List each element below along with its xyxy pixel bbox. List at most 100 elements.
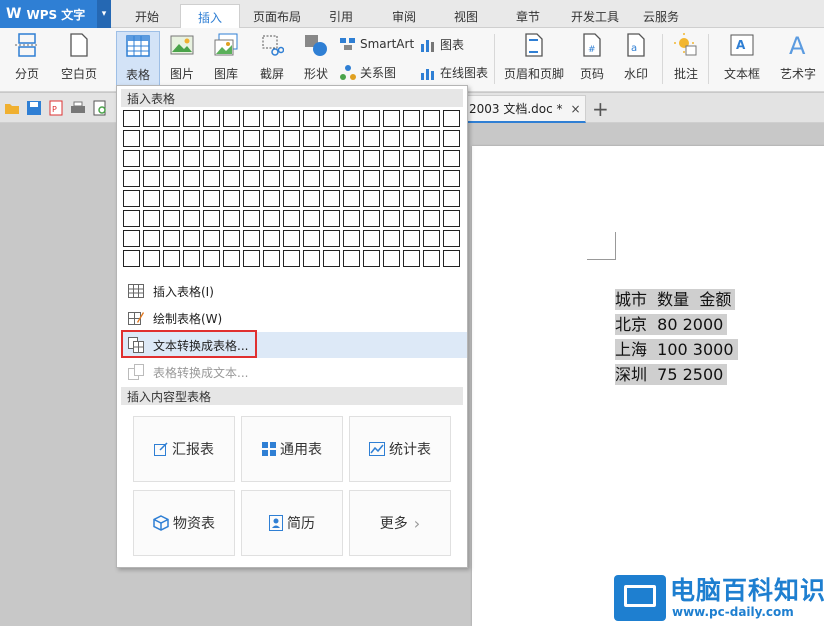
grid-cell[interactable] (303, 110, 320, 127)
print-icon[interactable] (70, 100, 86, 116)
grid-cell[interactable] (423, 110, 440, 127)
grid-cell[interactable] (423, 190, 440, 207)
grid-cell[interactable] (303, 250, 320, 267)
grid-cell[interactable] (343, 150, 360, 167)
grid-cell[interactable] (123, 230, 140, 247)
grid-cell[interactable] (143, 170, 160, 187)
grid-cell[interactable] (283, 190, 300, 207)
document-line[interactable]: 城市 数量 金额 (615, 286, 736, 310)
page-number-button[interactable]: # 页码 (572, 31, 612, 82)
grid-cell[interactable] (363, 230, 380, 247)
grid-cell[interactable] (443, 110, 460, 127)
grid-cell[interactable] (263, 110, 280, 127)
grid-cell[interactable] (243, 130, 260, 147)
grid-cell[interactable] (363, 130, 380, 147)
grid-cell[interactable] (243, 190, 260, 207)
grid-cell[interactable] (203, 230, 220, 247)
grid-cell[interactable] (143, 230, 160, 247)
grid-cell[interactable] (263, 150, 280, 167)
grid-cell[interactable] (323, 230, 340, 247)
grid-cell[interactable] (443, 230, 460, 247)
grid-cell[interactable] (283, 130, 300, 147)
grid-cell[interactable] (343, 230, 360, 247)
document-line[interactable]: 深圳 75 2500 (615, 361, 728, 385)
grid-cell[interactable] (283, 170, 300, 187)
screenshot-button[interactable]: 截屏 (252, 31, 292, 82)
document-line[interactable]: 北京 80 2000 (615, 311, 728, 335)
grid-cell[interactable] (123, 150, 140, 167)
grid-cell[interactable] (323, 130, 340, 147)
table-button[interactable]: 表格 (116, 31, 160, 87)
grid-cell[interactable] (443, 170, 460, 187)
tab-cloud[interactable]: 云服务 (636, 4, 686, 28)
grid-cell[interactable] (423, 150, 440, 167)
smartart-button[interactable]: SmartArt (340, 36, 414, 52)
grid-cell[interactable] (143, 190, 160, 207)
grid-cell[interactable] (243, 230, 260, 247)
relation-chart-button[interactable]: 关系图 (340, 64, 396, 81)
grid-cell[interactable] (203, 110, 220, 127)
gallery-button[interactable]: 图库 (206, 31, 246, 82)
grid-cell[interactable] (303, 150, 320, 167)
tab-insert[interactable]: 插入 (180, 4, 240, 29)
grid-cell[interactable] (243, 250, 260, 267)
grid-cell[interactable] (443, 130, 460, 147)
grid-cell[interactable] (123, 210, 140, 227)
grid-cell[interactable] (123, 190, 140, 207)
grid-cell[interactable] (323, 190, 340, 207)
grid-cell[interactable] (243, 110, 260, 127)
grid-cell[interactable] (383, 110, 400, 127)
document-page[interactable] (472, 146, 824, 626)
grid-cell[interactable] (183, 250, 200, 267)
grid-cell[interactable] (423, 210, 440, 227)
grid-cell[interactable] (423, 130, 440, 147)
grid-cell[interactable] (283, 210, 300, 227)
grid-cell[interactable] (203, 250, 220, 267)
grid-cell[interactable] (243, 210, 260, 227)
document-tab[interactable]: 2003 文档.doc * × (466, 95, 586, 123)
grid-cell[interactable] (143, 210, 160, 227)
grid-cell[interactable] (203, 130, 220, 147)
grid-cell[interactable] (283, 250, 300, 267)
grid-cell[interactable] (383, 130, 400, 147)
grid-cell[interactable] (383, 190, 400, 207)
grid-cell[interactable] (323, 250, 340, 267)
grid-cell[interactable] (303, 170, 320, 187)
grid-cell[interactable] (403, 210, 420, 227)
grid-cell[interactable] (303, 230, 320, 247)
open-folder-icon[interactable] (4, 100, 20, 116)
grid-cell[interactable] (183, 170, 200, 187)
grid-cell[interactable] (383, 250, 400, 267)
chevron-down-icon[interactable]: ▾ (97, 0, 111, 28)
grid-cell[interactable] (403, 190, 420, 207)
grid-cell[interactable] (263, 250, 280, 267)
grid-cell[interactable] (223, 170, 240, 187)
grid-cell[interactable] (443, 250, 460, 267)
grid-cell[interactable] (363, 250, 380, 267)
grid-cell[interactable] (263, 190, 280, 207)
table-size-grid[interactable] (123, 110, 460, 267)
picture-button[interactable]: 图片 (162, 31, 202, 82)
textbox-button[interactable]: A 文本框 (716, 31, 768, 82)
grid-cell[interactable] (283, 150, 300, 167)
page-break-button[interactable]: 分页 (8, 31, 46, 82)
tab-view[interactable]: 视图 (442, 4, 490, 28)
grid-cell[interactable] (303, 190, 320, 207)
tab-section[interactable]: 章节 (504, 4, 552, 28)
grid-cell[interactable] (183, 230, 200, 247)
grid-cell[interactable] (223, 210, 240, 227)
grid-cell[interactable] (243, 170, 260, 187)
grid-cell[interactable] (283, 110, 300, 127)
grid-cell[interactable] (163, 110, 180, 127)
grid-cell[interactable] (143, 110, 160, 127)
general-table-card[interactable]: 通用表 (241, 416, 343, 482)
export-pdf-icon[interactable]: P (48, 100, 64, 116)
grid-cell[interactable] (383, 150, 400, 167)
materials-table-card[interactable]: 物资表 (133, 490, 235, 556)
grid-cell[interactable] (183, 130, 200, 147)
grid-cell[interactable] (203, 210, 220, 227)
grid-cell[interactable] (223, 190, 240, 207)
grid-cell[interactable] (443, 150, 460, 167)
grid-cell[interactable] (323, 110, 340, 127)
grid-cell[interactable] (443, 210, 460, 227)
